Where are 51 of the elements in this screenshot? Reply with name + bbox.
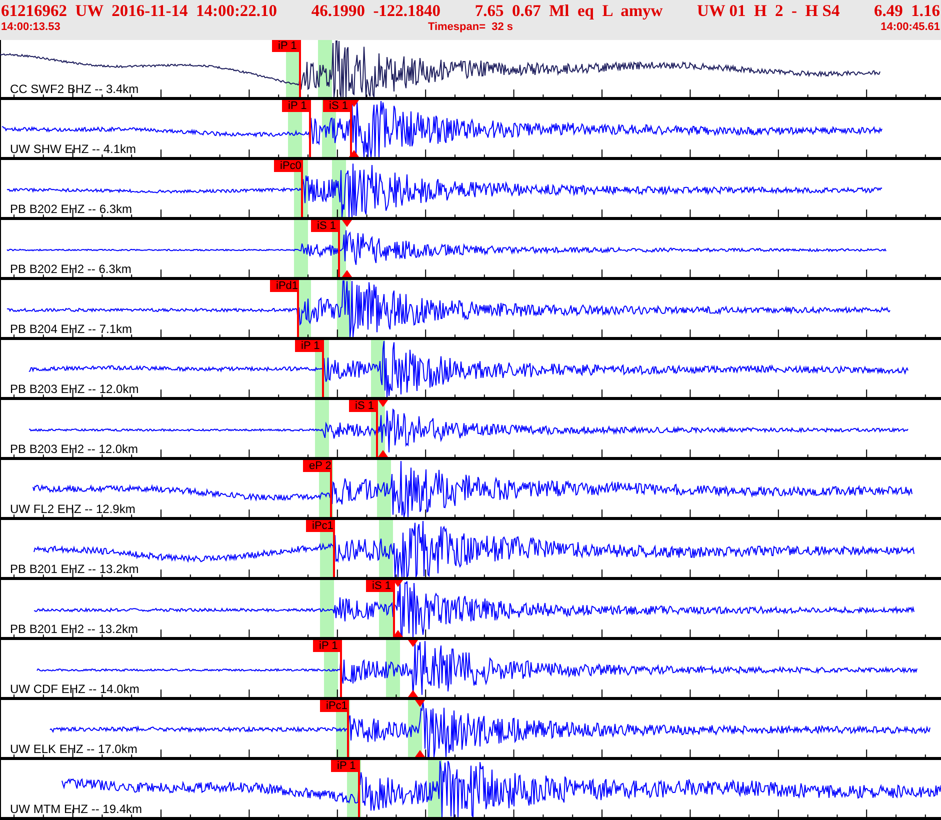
station-label: PB B201 EH2 -- 13.2km xyxy=(10,623,138,636)
pick-label[interactable]: iS 1 xyxy=(311,220,339,232)
station-label: UW SHW EHZ -- 4.1km xyxy=(10,143,136,156)
triangle-marker-icon xyxy=(349,150,359,157)
triangle-marker-icon xyxy=(342,220,352,227)
triangle-marker-icon xyxy=(393,580,403,587)
pick-label[interactable]: eP 2 xyxy=(303,460,331,472)
pick-line xyxy=(330,460,332,517)
triangle-marker-icon xyxy=(393,630,403,637)
end-time: 14:00:45.61 xyxy=(880,21,940,34)
pick-window xyxy=(386,640,400,698)
station-label: UW FL2 EHZ -- 12.9km xyxy=(10,503,136,516)
station-label: PB B202 EHZ -- 6.3km xyxy=(10,203,132,216)
triangle-marker-icon xyxy=(408,690,418,697)
event-summary: UW 01 H 2 - H S4 xyxy=(696,1,840,21)
event-summary: 61216962 UW 2016-11-14 14:00:22.10 xyxy=(1,1,278,21)
station-label: UW CDF EHZ -- 14.0km xyxy=(10,683,140,696)
triangle-marker-icon xyxy=(342,270,352,277)
pick-label[interactable]: iPc1 xyxy=(320,700,348,712)
triangle-marker-icon xyxy=(349,100,359,107)
station-label: PB B204 EHZ -- 7.1km xyxy=(10,323,132,336)
triangle-marker-icon xyxy=(415,700,425,707)
pick-label[interactable]: iP 1 xyxy=(313,640,341,652)
pick-label[interactable]: iPd1 xyxy=(270,280,298,292)
triangle-marker-icon xyxy=(408,640,418,647)
pick-window xyxy=(315,400,329,458)
station-label: PB B202 EH2 -- 6.3km xyxy=(10,263,132,276)
station-label: PB B203 EHZ -- 12.0km xyxy=(10,383,139,396)
pick-line xyxy=(297,280,299,337)
event-summary: 46.1990 -122.1840 xyxy=(311,1,441,21)
pick-window xyxy=(294,220,308,278)
triangle-marker-icon xyxy=(415,750,425,757)
station-label: PB B201 EHZ -- 13.2km xyxy=(10,563,139,576)
pick-window xyxy=(377,460,391,518)
triangle-marker-icon xyxy=(378,450,388,457)
station-label: UW MTM EHZ -- 19.4km xyxy=(10,803,142,816)
pick-window xyxy=(320,580,334,638)
pick-label[interactable]: iP 1 xyxy=(295,340,323,352)
station-label: CC SWF2 BHZ -- 3.4km xyxy=(10,83,139,96)
pick-label[interactable]: iP 1 xyxy=(272,40,300,52)
pick-label[interactable]: iPc1 xyxy=(306,520,334,532)
pick-label[interactable]: iP 1 xyxy=(331,760,359,772)
station-label: PB B203 EH2 -- 12.0km xyxy=(10,443,138,456)
event-summary: 6.49 1.16 xyxy=(874,1,940,21)
start-time: 14:00:13.53 xyxy=(1,21,60,34)
station-label: UW ELK EHZ -- 17.0km xyxy=(10,743,138,756)
timespan: Timespan= 32 s xyxy=(428,21,514,34)
pick-label[interactable]: iPc0 xyxy=(274,160,302,172)
pick-label[interactable]: iP 1 xyxy=(282,100,310,112)
triangle-marker-icon xyxy=(378,400,388,407)
event-summary: 7.65 0.67 Ml eq L amyw xyxy=(474,1,663,21)
